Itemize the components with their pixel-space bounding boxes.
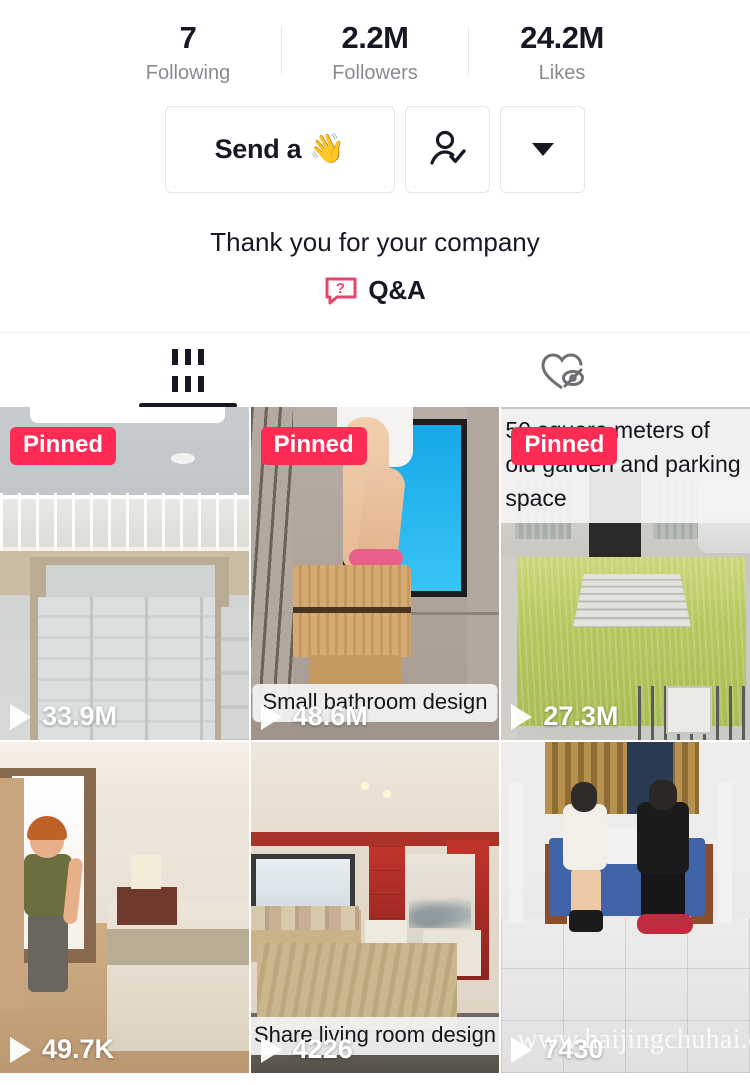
svg-text:?: ? xyxy=(336,280,345,297)
chevron-down-icon xyxy=(531,143,554,156)
qa-link[interactable]: ? Q&A xyxy=(0,275,750,306)
likes-label: Likes xyxy=(538,62,586,84)
video-1-caption-stub xyxy=(30,407,225,423)
video-5-view-count: 4226 xyxy=(292,1034,353,1064)
play-icon xyxy=(10,703,31,730)
person-check-icon xyxy=(429,130,466,165)
video-6-watermark: www.haijingchuhai.com xyxy=(517,1024,750,1055)
play-icon xyxy=(260,703,282,730)
stat-following[interactable]: 7 Following xyxy=(95,18,281,88)
profile-bio: Thank you for your company xyxy=(210,227,540,257)
video-thumbnail-1[interactable]: Pinned 33.9M xyxy=(0,407,249,740)
stat-followers[interactable]: 2.2M Followers xyxy=(282,18,468,88)
play-icon xyxy=(511,703,533,730)
send-message-label: Send a xyxy=(214,134,302,164)
wave-emoji-icon: 👋 xyxy=(309,133,346,165)
heart-hidden-icon xyxy=(540,352,584,389)
question-bubble-icon: ? xyxy=(325,277,357,304)
video-thumbnail-5[interactable]: Share living room design 4226 xyxy=(250,742,500,1073)
video-4-view-count: 49.7K xyxy=(42,1034,115,1064)
grid-icon xyxy=(171,349,204,392)
profile-stats: 7 Following 2.2M Followers 24.2M Likes xyxy=(0,0,750,100)
tab-videos[interactable] xyxy=(0,333,375,408)
video-1-view-count: 33.9M xyxy=(42,701,118,731)
profile-actions: Send a 👋 xyxy=(0,106,750,193)
stat-likes[interactable]: 24.2M Likes xyxy=(469,18,655,88)
qa-label: Q&A xyxy=(368,275,426,305)
pinned-badge-3: Pinned xyxy=(511,427,618,465)
video-2-view-count: 48.6M xyxy=(292,701,368,731)
play-icon xyxy=(10,1036,31,1063)
video-thumbnail-4[interactable]: 49.7K xyxy=(0,742,249,1073)
pinned-badge-2: Pinned xyxy=(260,427,367,465)
video-thumbnail-2[interactable]: Pinned Small bathroom design 48.6M xyxy=(250,407,500,740)
video-grid-row-2: 49.7K Share living room design 4226 www.… xyxy=(0,742,750,1073)
following-status-button[interactable] xyxy=(405,106,490,193)
followers-label: Followers xyxy=(332,62,418,84)
video-thumbnail-6[interactable]: www.haijingchuhai.com 7430 xyxy=(501,742,750,1073)
video-thumbnail-3[interactable]: 50 square meters of old garden and parki… xyxy=(501,407,750,740)
video-4-views: 49.7K xyxy=(10,1034,114,1065)
video-2-views: 48.6M xyxy=(260,701,368,732)
video-4-scene xyxy=(0,742,249,1073)
video-3-view-count: 27.3M xyxy=(543,701,619,731)
play-icon xyxy=(260,1036,282,1063)
video-1-views: 33.9M xyxy=(10,701,117,732)
video-5-views: 4226 xyxy=(260,1034,353,1065)
tab-liked[interactable] xyxy=(375,333,750,408)
video-grid-row-1: Pinned 33.9M Pinned Small bathroom desig… xyxy=(0,407,750,740)
video-3-views: 27.3M xyxy=(511,701,618,732)
profile-tabs xyxy=(0,332,750,408)
following-count: 7 xyxy=(179,20,197,55)
followers-count: 2.2M xyxy=(341,20,409,55)
send-message-button[interactable]: Send a 👋 xyxy=(165,106,395,193)
pinned-badge-1: Pinned xyxy=(10,427,117,465)
tiktok-profile-screen: 7 Following 2.2M Followers 24.2M Likes S… xyxy=(0,0,750,1085)
more-options-button[interactable] xyxy=(500,106,585,193)
following-label: Following xyxy=(145,62,231,84)
likes-count: 24.2M xyxy=(520,20,604,55)
